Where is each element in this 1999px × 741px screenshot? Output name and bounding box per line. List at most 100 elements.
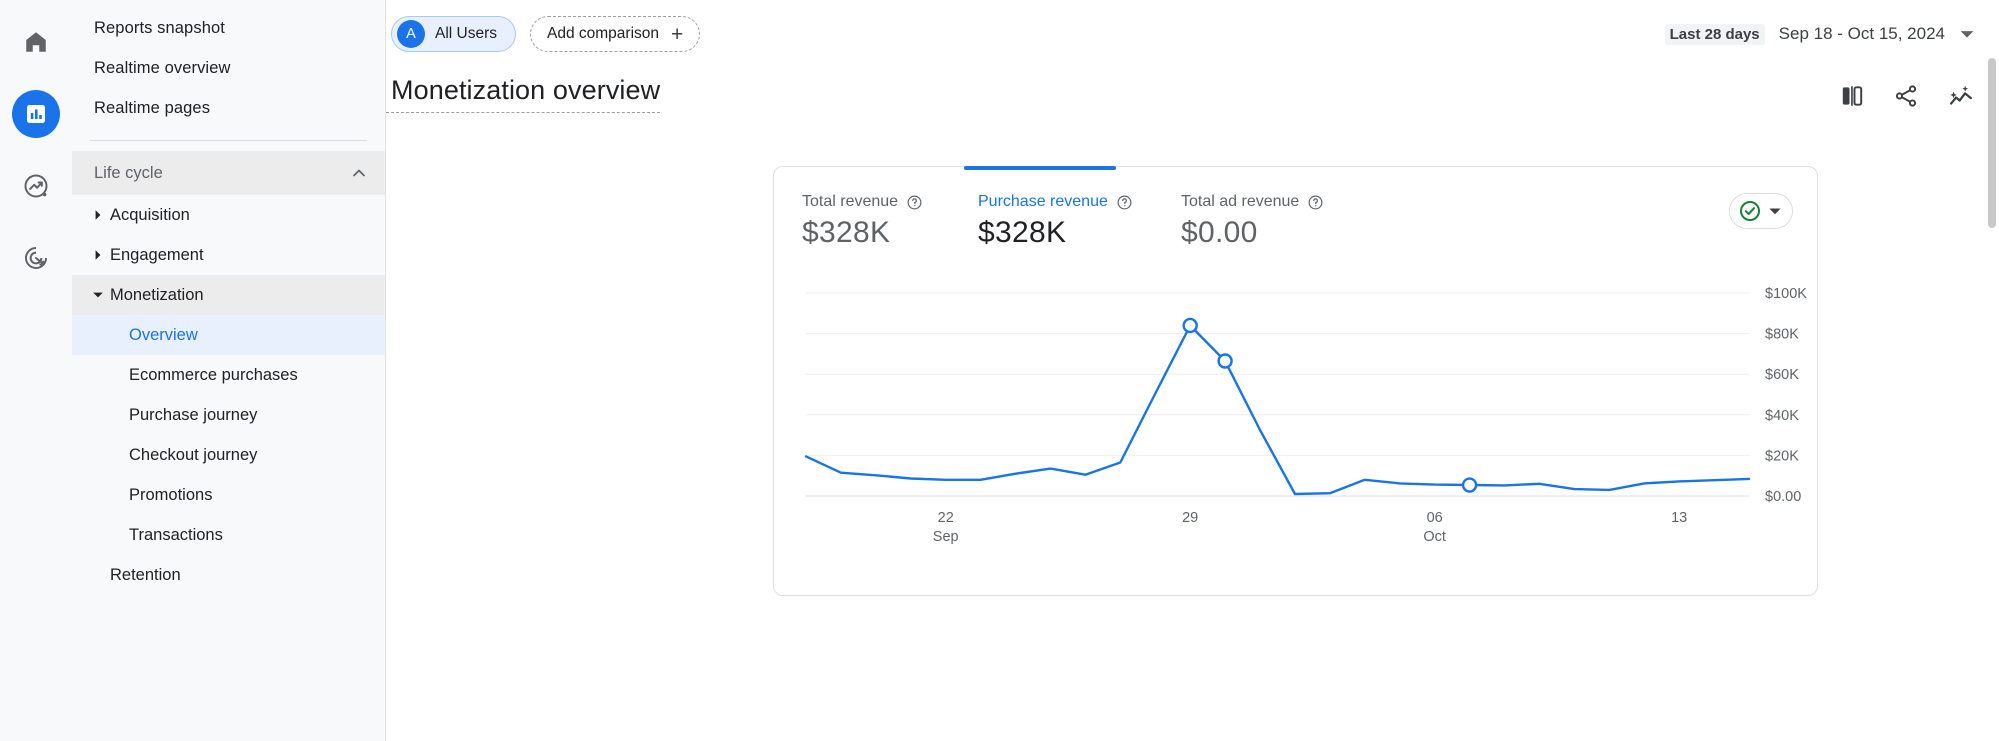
sidebar-item-label: Realtime pages xyxy=(94,98,211,117)
home-icon[interactable] xyxy=(12,18,60,66)
avatar: A xyxy=(397,20,425,48)
sidebar-item-label: Checkout journey xyxy=(129,445,258,464)
chart-xtick-label: 13 xyxy=(1671,510,1687,526)
metric-tabs: Total revenue $328K Purchase revenue $32… xyxy=(774,166,1817,250)
metric-value: $328K xyxy=(978,216,1067,249)
sidebar-item-label: Purchase journey xyxy=(129,405,258,424)
comparison-chips: A All Users Add comparison + xyxy=(386,16,701,52)
audience-chip-label: All Users xyxy=(435,25,498,42)
purchase-revenue-line-chart[interactable]: $0.00 $20K $40K $60K $80K $100K 22 Sep 29 06 Oct 1… xyxy=(774,271,1819,597)
sidebar-nav: Reports snapshot Realtime overview Realt… xyxy=(72,0,386,741)
data-status-button[interactable] xyxy=(1729,193,1793,229)
sidebar-item-label: Transactions xyxy=(129,525,223,544)
sidebar-item-retention[interactable]: Retention xyxy=(72,555,385,595)
sidebar-item-label: Acquisition xyxy=(110,205,190,224)
metric-label: Total ad revenue xyxy=(1181,193,1300,210)
sidebar-item-label: Retention xyxy=(110,565,181,584)
advertising-icon[interactable] xyxy=(12,234,60,282)
sidebar-item-ecommerce-purchases[interactable]: Ecommerce purchases xyxy=(72,355,385,395)
page-scrollbar[interactable] xyxy=(1985,0,1999,741)
share-icon[interactable] xyxy=(1893,83,1919,109)
chevron-down-icon xyxy=(86,289,110,301)
add-comparison-label: Add comparison xyxy=(547,25,660,42)
sidebar-item-purchase-journey[interactable]: Purchase journey xyxy=(72,395,385,435)
sidebar-item-reports-snapshot[interactable]: Reports snapshot xyxy=(72,8,385,48)
chart-xtick-month-label: Oct xyxy=(1423,529,1446,545)
metric-purchase-revenue[interactable]: Purchase revenue $328K xyxy=(964,166,1181,250)
add-comparison-button[interactable]: Add comparison + xyxy=(530,16,701,52)
chart-gridlines xyxy=(806,292,1749,497)
chevron-up-icon xyxy=(347,163,371,183)
chart-ytick-label: $20K xyxy=(1765,448,1799,464)
sidebar-item-acquisition[interactable]: Acquisition xyxy=(72,195,385,235)
compare-view-icon[interactable] xyxy=(1839,83,1865,109)
sidebar-item-label: Monetization xyxy=(110,285,204,304)
sidebar-item-checkout-journey[interactable]: Checkout journey xyxy=(72,435,385,475)
main-content: A All Users Add comparison + Last 28 day… xyxy=(386,0,1999,741)
date-range-badge: Last 28 days xyxy=(1664,23,1765,45)
sidebar-item-monetization[interactable]: Monetization xyxy=(72,275,385,315)
metric-total-revenue[interactable]: Total revenue $328K xyxy=(802,193,978,250)
chevron-right-icon xyxy=(86,249,110,261)
sidebar-group-life-cycle[interactable]: Life cycle xyxy=(72,151,385,195)
help-icon[interactable] xyxy=(1307,194,1324,211)
top-toolbar: A All Users Add comparison + Last 28 day… xyxy=(386,0,1999,68)
chart-ytick-label: $60K xyxy=(1765,367,1799,383)
chart-ytick-label: $40K xyxy=(1765,408,1799,424)
metric-selected-indicator xyxy=(964,166,1116,170)
sidebar-item-promotions[interactable]: Promotions xyxy=(72,475,385,515)
metric-total-ad-revenue[interactable]: Total ad revenue $0.00 xyxy=(1181,193,1381,250)
chart-xtick-label: 22 xyxy=(938,510,954,526)
chevron-down-icon xyxy=(1768,204,1782,218)
chart-svg: $0.00 $20K $40K $60K $80K $100K 22 Sep 29 06 Oct 1… xyxy=(804,286,1807,545)
chevron-down-icon xyxy=(1959,26,1975,42)
insights-icon[interactable] xyxy=(1947,82,1975,110)
metric-label: Purchase revenue xyxy=(978,193,1108,210)
monetization-overview-card: Total revenue $328K Purchase revenue $32… xyxy=(773,166,1818,596)
metric-value: $0.00 xyxy=(1181,216,1258,249)
chart-series-line xyxy=(804,324,1751,496)
chart-xtick-label: 06 xyxy=(1427,510,1443,526)
chart-data-point xyxy=(1182,317,1198,334)
sidebar-item-realtime-overview[interactable]: Realtime overview xyxy=(72,48,385,88)
sidebar-item-label: Engagement xyxy=(110,245,204,264)
sidebar-item-overview[interactable]: Overview xyxy=(72,315,385,355)
explore-icon[interactable] xyxy=(12,162,60,210)
sidebar-item-label: Overview xyxy=(129,325,198,344)
scrollbar-thumb[interactable] xyxy=(1988,58,1996,228)
chart-xtick-label: 29 xyxy=(1182,510,1198,526)
chart-series xyxy=(804,317,1751,496)
chart-xtick-labels: 22 Sep 29 06 Oct 13 xyxy=(933,510,1687,545)
metric-label: Total revenue xyxy=(802,193,899,210)
help-icon[interactable] xyxy=(906,194,923,211)
metric-value: $328K xyxy=(802,216,891,249)
chart-ytick-labels: $0.00 $20K $40K $60K $80K $100K xyxy=(1765,286,1807,505)
plus-icon: + xyxy=(671,22,684,46)
chart-data-point xyxy=(1461,477,1478,493)
sidebar-item-label: Promotions xyxy=(129,485,213,504)
sidebar-divider xyxy=(90,140,367,141)
sidebar-item-label: Ecommerce purchases xyxy=(129,365,298,384)
chart-xtick-month-label: Sep xyxy=(933,529,959,545)
sidebar-item-transactions[interactable]: Transactions xyxy=(72,515,385,555)
sidebar-item-engagement[interactable]: Engagement xyxy=(72,235,385,275)
check-circle-icon xyxy=(1738,199,1762,223)
sidebar-item-realtime-pages[interactable]: Realtime pages xyxy=(72,88,385,128)
sidebar-group-label: Life cycle xyxy=(94,163,163,182)
chart-data-point xyxy=(1217,353,1233,369)
audience-chip-all-users[interactable]: A All Users xyxy=(391,16,517,52)
reports-icon[interactable] xyxy=(12,90,60,138)
page-title: Monetization overview xyxy=(386,74,661,113)
chevron-right-icon xyxy=(86,209,110,221)
date-range-selector[interactable]: Last 28 days Sep 18 - Oct 15, 2024 xyxy=(1664,23,1975,45)
chart-ytick-label: $80K xyxy=(1765,327,1799,343)
sidebar-item-label: Reports snapshot xyxy=(94,18,225,37)
header-actions xyxy=(1839,74,1975,110)
sidebar-item-label: Realtime overview xyxy=(94,58,231,77)
chart-ytick-label: $0.00 xyxy=(1765,489,1801,505)
icon-rail xyxy=(0,0,72,741)
help-icon[interactable] xyxy=(1116,194,1133,211)
app-root: Reports snapshot Realtime overview Realt… xyxy=(0,0,1999,741)
date-range-text: Sep 18 - Oct 15, 2024 xyxy=(1778,24,1945,43)
chart-ytick-label: $100K xyxy=(1765,286,1807,302)
